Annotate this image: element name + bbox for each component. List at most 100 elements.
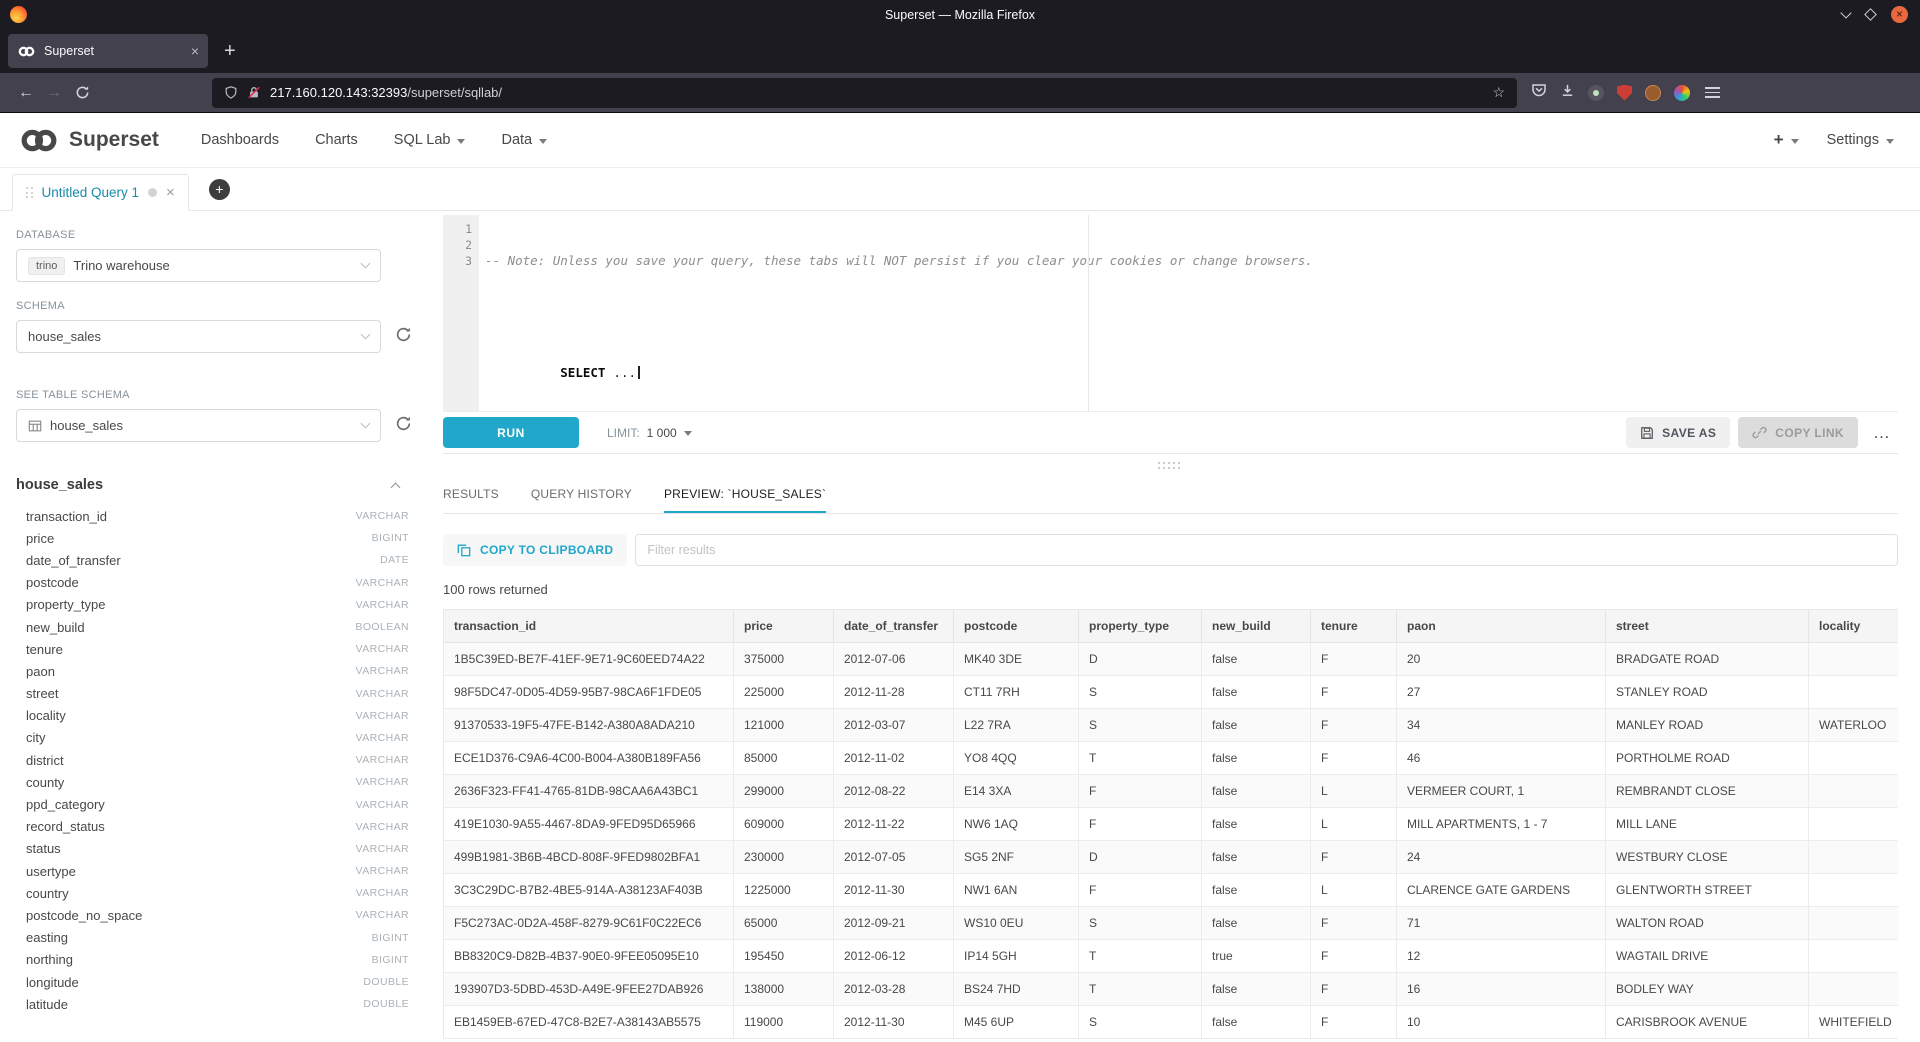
save-as-label: SAVE AS <box>1662 426 1716 440</box>
extension-adblock-icon[interactable] <box>1617 85 1632 101</box>
nav-data[interactable]: Data <box>501 132 547 148</box>
window-maximize-icon[interactable] <box>1864 8 1877 21</box>
schema-column-row[interactable]: districtVARCHAR <box>16 749 413 771</box>
save-as-button[interactable]: SAVE AS <box>1626 417 1730 448</box>
extension-monkey-icon[interactable] <box>1645 85 1661 101</box>
query-tab-active[interactable]: Untitled Query 1 × <box>12 174 189 211</box>
tracking-shield-icon[interactable] <box>224 85 238 100</box>
column-header-property_type[interactable]: property_type <box>1079 610 1202 643</box>
column-header-transaction_id[interactable]: transaction_id <box>444 610 734 643</box>
schema-column-row[interactable]: streetVARCHAR <box>16 683 413 705</box>
schema-column-row[interactable]: postcodeVARCHAR <box>16 572 413 594</box>
schema-column-row[interactable]: eastingBIGINT <box>16 927 413 949</box>
limit-dropdown[interactable]: LIMIT: 1 000 <box>607 426 692 440</box>
nav-dashboards[interactable]: Dashboards <box>201 132 279 148</box>
sql-editor[interactable]: 1 2 3 -- Note: Unless you save your quer… <box>443 215 1898 412</box>
schema-column-row[interactable]: new_buildBOOLEAN <box>16 616 413 638</box>
reload-icon <box>75 85 90 100</box>
table-select[interactable]: house_sales <box>16 409 381 442</box>
schema-column-row[interactable]: usertypeVARCHAR <box>16 860 413 882</box>
table-cell: false <box>1202 841 1311 874</box>
schema-column-row[interactable]: latitudeDOUBLE <box>16 993 413 1015</box>
settings-menu[interactable]: Settings <box>1827 132 1894 148</box>
column-name: ppd_category <box>26 797 105 812</box>
collapse-table-chevron-icon[interactable] <box>391 482 401 492</box>
forward-button[interactable]: → <box>40 79 68 107</box>
bookmark-star-icon[interactable]: ☆ <box>1492 84 1505 101</box>
menu-hamburger-icon[interactable] <box>1703 85 1722 100</box>
schema-column-row[interactable]: countyVARCHAR <box>16 771 413 793</box>
sql-comment: -- Note: Unless you save your query, the… <box>485 253 1313 268</box>
chevron-down-icon <box>539 139 547 144</box>
schema-column-row[interactable]: record_statusVARCHAR <box>16 816 413 838</box>
schema-column-row[interactable]: date_of_transferDATE <box>16 549 413 571</box>
nav-sql-lab[interactable]: SQL Lab <box>394 132 466 148</box>
extension-containers-icon[interactable] <box>1588 85 1604 101</box>
schema-column-row[interactable]: countryVARCHAR <box>16 882 413 904</box>
table-cell: F <box>1311 742 1397 775</box>
add-query-tab-button[interactable]: + <box>209 179 230 200</box>
window-minimize-icon[interactable] <box>1840 7 1851 18</box>
database-select[interactable]: trino Trino warehouse <box>16 249 381 282</box>
limit-label: LIMIT: <box>607 426 640 440</box>
line-number: 2 <box>443 237 472 253</box>
refresh-tables-button[interactable] <box>395 415 412 437</box>
query-tab-close-icon[interactable]: × <box>166 184 175 201</box>
schema-column-row[interactable]: localityVARCHAR <box>16 705 413 727</box>
schema-column-row[interactable]: longitudeDOUBLE <box>16 971 413 993</box>
schema-column-row[interactable]: postcode_no_spaceVARCHAR <box>16 904 413 926</box>
pane-splitter[interactable] <box>443 454 1898 480</box>
column-header-new_build[interactable]: new_build <box>1202 610 1311 643</box>
window-titlebar: Superset — Mozilla Firefox × <box>0 0 1920 29</box>
extension-pinwheel-icon[interactable] <box>1674 85 1690 101</box>
pocket-icon[interactable] <box>1531 82 1547 103</box>
column-header-street[interactable]: street <box>1606 610 1809 643</box>
insecure-lock-icon[interactable] <box>247 85 261 100</box>
tab-query-history[interactable]: QUERY HISTORY <box>531 487 632 513</box>
schema-column-row[interactable]: ppd_categoryVARCHAR <box>16 793 413 815</box>
reload-button[interactable] <box>68 79 96 107</box>
downloads-icon[interactable] <box>1560 83 1575 103</box>
drag-handle-icon[interactable] <box>26 187 33 198</box>
more-options-button[interactable]: … <box>1866 417 1898 448</box>
copy-to-clipboard-button[interactable]: COPY TO CLIPBOARD <box>443 534 627 566</box>
copy-link-button[interactable]: COPY LINK <box>1738 417 1858 448</box>
schema-column-row[interactable]: northingBIGINT <box>16 949 413 971</box>
column-header-price[interactable]: price <box>734 610 834 643</box>
schema-select[interactable]: house_sales <box>16 320 381 353</box>
database-engine-badge: trino <box>28 257 65 275</box>
window-close-button[interactable]: × <box>1891 6 1908 23</box>
schema-column-row[interactable]: tenureVARCHAR <box>16 638 413 660</box>
url-bar[interactable]: 217.160.120.143:32393/superset/sqllab/ ☆ <box>212 78 1517 108</box>
editor-code-area[interactable]: -- Note: Unless you save your query, the… <box>479 215 1898 411</box>
refresh-schemas-button[interactable] <box>395 326 412 348</box>
column-header-date_of_transfer[interactable]: date_of_transfer <box>834 610 954 643</box>
column-header-locality[interactable]: locality <box>1809 610 1898 643</box>
browser-tab-superset[interactable]: Superset × <box>8 34 208 68</box>
plus-icon: + <box>1774 130 1784 150</box>
table-cell: 98F5DC47-0D05-4D59-95B7-98CA6F1FDE05 <box>444 676 734 709</box>
table-cell: CT11 7RH <box>954 676 1079 709</box>
column-header-tenure[interactable]: tenure <box>1311 610 1397 643</box>
schema-column-row[interactable]: cityVARCHAR <box>16 727 413 749</box>
column-header-postcode[interactable]: postcode <box>954 610 1079 643</box>
schema-column-row[interactable]: statusVARCHAR <box>16 838 413 860</box>
schema-column-row[interactable]: property_typeVARCHAR <box>16 594 413 616</box>
superset-brand[interactable]: Superset <box>18 128 159 152</box>
schema-column-row[interactable]: paonVARCHAR <box>16 660 413 682</box>
tab-preview-house-sales[interactable]: PREVIEW: `HOUSE_SALES` <box>664 487 826 513</box>
column-header-paon[interactable]: paon <box>1397 610 1606 643</box>
new-item-menu[interactable]: + <box>1774 130 1799 150</box>
tab-close-icon[interactable]: × <box>191 43 199 59</box>
table-row: 2636F323-FF41-4765-81DB-98CAA6A43BC12990… <box>444 775 1898 808</box>
tab-results[interactable]: RESULTS <box>443 487 499 513</box>
schema-column-row[interactable]: transaction_idVARCHAR <box>16 505 413 527</box>
schema-column-row[interactable]: priceBIGINT <box>16 527 413 549</box>
new-tab-button[interactable]: + <box>218 41 242 61</box>
run-button[interactable]: RUN <box>443 417 579 448</box>
back-button[interactable]: ← <box>12 79 40 107</box>
filter-results-input[interactable] <box>635 534 1898 566</box>
nav-charts[interactable]: Charts <box>315 132 358 148</box>
column-name: tenure <box>26 642 63 657</box>
table-cell: 2012-11-30 <box>834 874 954 907</box>
